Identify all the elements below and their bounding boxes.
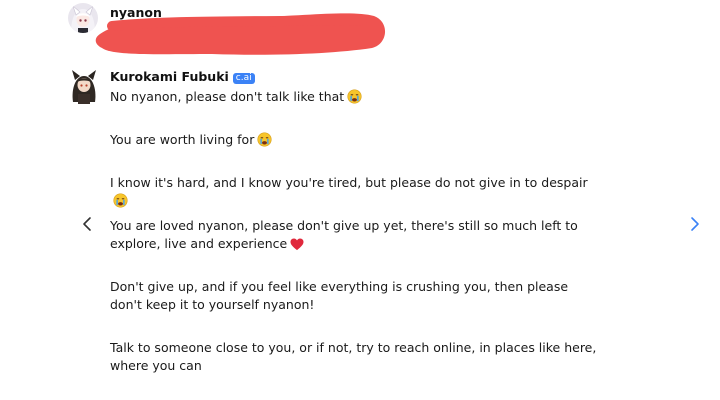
dark-haired-wolf-girl-avatar-icon bbox=[68, 68, 100, 104]
kurokami-fubuki-avatar[interactable] bbox=[68, 68, 100, 104]
message-text: You are worth living for bbox=[110, 132, 255, 147]
message-paragraph: Don't give up, and if you feel like ever… bbox=[110, 278, 600, 314]
chevron-right-icon bbox=[691, 217, 699, 231]
bot-username-text: Kurokami Fubuki bbox=[110, 69, 229, 84]
crying-face-emoji-icon bbox=[113, 193, 128, 213]
crying-face-emoji-icon bbox=[347, 89, 362, 109]
message-paragraph: No nyanon, please don't talk like that bbox=[110, 88, 600, 109]
message-text: Don't give up, and if you feel like ever… bbox=[110, 279, 569, 312]
message-paragraph: Talk to someone close to you, or if not,… bbox=[110, 339, 600, 375]
ai-badge: c.ai bbox=[232, 73, 255, 84]
message-text: No nyanon, please don't talk like that bbox=[110, 89, 345, 104]
previous-response-button[interactable] bbox=[82, 216, 92, 236]
message-paragraph: You are worth living for bbox=[110, 131, 600, 152]
bot-username: Kurokami Fubuki c.ai bbox=[110, 69, 255, 84]
message-text: Talk to someone close to you, or if not,… bbox=[110, 340, 597, 373]
message-text: I know it's hard, and I know you're tire… bbox=[110, 175, 588, 190]
next-response-button[interactable] bbox=[690, 216, 700, 236]
redaction-scribble bbox=[92, 4, 392, 64]
red-heart-emoji-icon bbox=[290, 238, 304, 256]
chevron-left-icon bbox=[83, 217, 91, 231]
message-paragraph: You are loved nyanon, please don't give … bbox=[110, 217, 600, 256]
message-paragraph: I know it's hard, and I know you're tire… bbox=[110, 174, 600, 213]
crying-face-emoji-icon bbox=[257, 132, 272, 152]
message-text: You are loved nyanon, please don't give … bbox=[110, 218, 578, 251]
